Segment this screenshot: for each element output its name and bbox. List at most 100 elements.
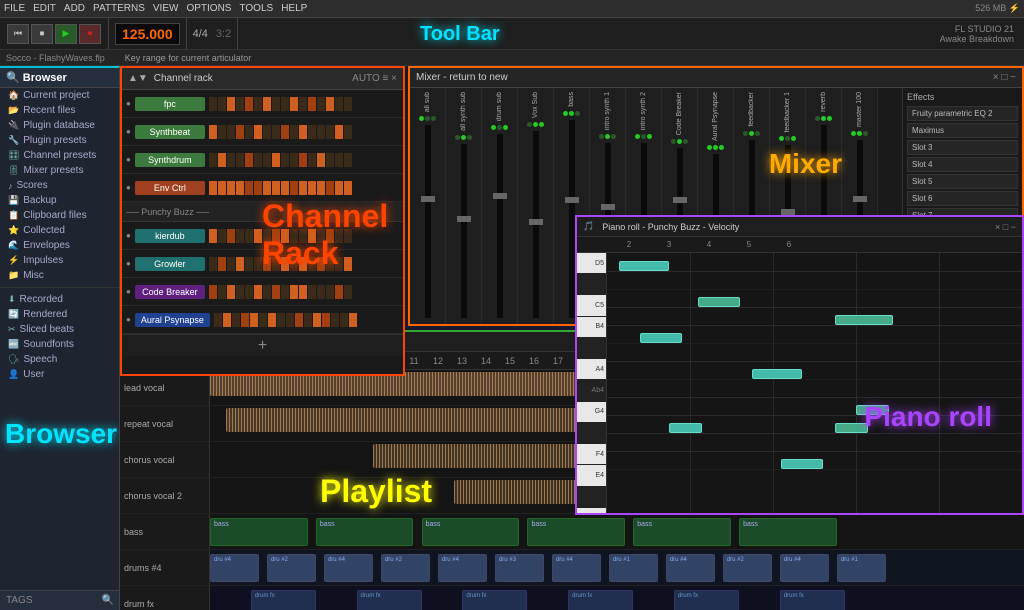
browser-item-collected[interactable]: ⭐Collected bbox=[0, 223, 119, 238]
channel-btn-growler[interactable]: Growler bbox=[135, 257, 205, 271]
browser-item-channel-presets[interactable]: 🎛Channel presets bbox=[0, 148, 119, 163]
channel-btn-fpc[interactable]: fpc bbox=[135, 97, 205, 111]
step-btn[interactable] bbox=[254, 257, 262, 271]
step-btn[interactable] bbox=[214, 313, 222, 327]
browser-item-mixer-presets[interactable]: 🎚Mixer presets bbox=[0, 163, 119, 178]
bpm-display[interactable]: 125.000 bbox=[115, 23, 180, 45]
step-btn[interactable] bbox=[218, 125, 226, 139]
stop-button[interactable]: ⏹ bbox=[31, 24, 53, 44]
step-btn[interactable] bbox=[331, 313, 339, 327]
add-channel-button[interactable]: + bbox=[258, 337, 267, 355]
note-d5[interactable] bbox=[619, 261, 669, 271]
browser-item-soundfonts[interactable]: 🔤Soundfonts bbox=[0, 337, 119, 352]
browser-item-misc[interactable]: 📁Misc bbox=[0, 268, 119, 283]
piano-key-a4[interactable]: A4 bbox=[577, 359, 606, 380]
step-btn[interactable] bbox=[209, 181, 217, 195]
effect-slot-3[interactable]: Slot 4 bbox=[907, 157, 1018, 172]
step-btn[interactable] bbox=[218, 285, 226, 299]
step-btn[interactable] bbox=[308, 97, 316, 111]
step-btn[interactable] bbox=[259, 313, 267, 327]
piano-key-c5[interactable]: C5 bbox=[577, 295, 606, 316]
step-btn[interactable] bbox=[227, 181, 235, 195]
step-btn[interactable] bbox=[326, 125, 334, 139]
step-btn[interactable] bbox=[335, 153, 343, 167]
channel-btn-synthdrum[interactable]: Synthdrum bbox=[135, 153, 205, 167]
fader-handle[interactable] bbox=[781, 209, 795, 215]
step-btn[interactable] bbox=[254, 97, 262, 111]
browser-item-plugin-database[interactable]: 🔌Plugin database bbox=[0, 118, 119, 133]
step-btn[interactable] bbox=[254, 285, 262, 299]
fader-handle[interactable] bbox=[529, 219, 543, 225]
step-btn[interactable] bbox=[299, 229, 307, 243]
step-btn[interactable] bbox=[254, 181, 262, 195]
step-btn[interactable] bbox=[236, 285, 244, 299]
step-btn[interactable] bbox=[263, 97, 271, 111]
browser-item-plugin-presets[interactable]: 🔧Plugin presets bbox=[0, 133, 119, 148]
effect-slot-4[interactable]: Slot 5 bbox=[907, 174, 1018, 189]
step-btn[interactable] bbox=[317, 257, 325, 271]
step-btn[interactable] bbox=[227, 125, 235, 139]
effect-slot-1[interactable]: Maximus bbox=[907, 123, 1018, 138]
step-btn[interactable] bbox=[344, 125, 352, 139]
step-btn[interactable] bbox=[236, 181, 244, 195]
note-c5[interactable] bbox=[698, 297, 740, 307]
step-btn[interactable] bbox=[263, 257, 271, 271]
step-btn[interactable] bbox=[263, 125, 271, 139]
piano-key-g4[interactable]: G4 bbox=[577, 402, 606, 423]
step-btn[interactable] bbox=[290, 153, 298, 167]
step-btn[interactable] bbox=[340, 313, 348, 327]
step-btn[interactable] bbox=[286, 313, 294, 327]
step-btn[interactable] bbox=[344, 181, 352, 195]
browser-item-sliced-beats[interactable]: ✂Sliced beats bbox=[0, 322, 119, 337]
step-btn[interactable] bbox=[317, 153, 325, 167]
step-btn[interactable] bbox=[254, 229, 262, 243]
menu-item-patterns[interactable]: PATTERNS bbox=[93, 3, 145, 14]
step-btn[interactable] bbox=[245, 229, 253, 243]
browser-item-recent-files[interactable]: 📂Recent files bbox=[0, 103, 119, 118]
browser-item-user[interactable]: 👤User bbox=[0, 367, 119, 382]
piano-key-cs5[interactable] bbox=[577, 274, 606, 295]
step-btn[interactable] bbox=[322, 313, 330, 327]
menu-item-file[interactable]: FILE bbox=[4, 3, 25, 14]
step-btn[interactable] bbox=[236, 153, 244, 167]
piano-key-bb4[interactable] bbox=[577, 338, 606, 359]
step-btn[interactable] bbox=[263, 229, 271, 243]
step-btn[interactable] bbox=[326, 97, 334, 111]
fader-handle[interactable] bbox=[853, 196, 867, 202]
step-btn[interactable] bbox=[299, 285, 307, 299]
step-btn[interactable] bbox=[254, 153, 262, 167]
effect-slot-0[interactable]: Fruity parametric EQ 2 bbox=[907, 106, 1018, 121]
step-btn[interactable] bbox=[209, 257, 217, 271]
piano-key-e4[interactable]: E4 bbox=[577, 465, 606, 486]
browser-item-scores[interactable]: ♪Scores bbox=[0, 178, 119, 193]
step-btn[interactable] bbox=[281, 125, 289, 139]
step-btn[interactable] bbox=[326, 153, 334, 167]
step-btn[interactable] bbox=[272, 229, 280, 243]
step-btn[interactable] bbox=[335, 285, 343, 299]
step-btn[interactable] bbox=[281, 229, 289, 243]
step-btn[interactable] bbox=[304, 313, 312, 327]
step-btn[interactable] bbox=[290, 181, 298, 195]
note-a4[interactable] bbox=[640, 333, 682, 343]
step-btn[interactable] bbox=[299, 125, 307, 139]
step-btn[interactable] bbox=[335, 97, 343, 111]
step-btn[interactable] bbox=[290, 257, 298, 271]
step-btn[interactable] bbox=[272, 125, 280, 139]
channel-btn-aural[interactable]: Aural Psynapse bbox=[135, 313, 210, 327]
note-f4[interactable] bbox=[856, 405, 889, 415]
menu-item-options[interactable]: OPTIONS bbox=[186, 3, 231, 14]
step-btn[interactable] bbox=[245, 153, 253, 167]
step-btn[interactable] bbox=[281, 257, 289, 271]
step-btn[interactable] bbox=[290, 97, 298, 111]
step-btn[interactable] bbox=[308, 285, 316, 299]
rewind-button[interactable]: ⏮ bbox=[7, 24, 29, 44]
track-content-drum-fx[interactable]: drum fx drum fx drum fx drum fx drum fx … bbox=[210, 586, 1024, 610]
step-btn[interactable] bbox=[281, 181, 289, 195]
channel-btn-codebreaker[interactable]: Code Breaker bbox=[135, 285, 205, 299]
step-btn[interactable] bbox=[223, 313, 231, 327]
fader-handle[interactable] bbox=[673, 197, 687, 203]
step-btn[interactable] bbox=[344, 285, 352, 299]
step-btn[interactable] bbox=[308, 257, 316, 271]
step-btn[interactable] bbox=[290, 285, 298, 299]
step-btn[interactable] bbox=[254, 125, 262, 139]
